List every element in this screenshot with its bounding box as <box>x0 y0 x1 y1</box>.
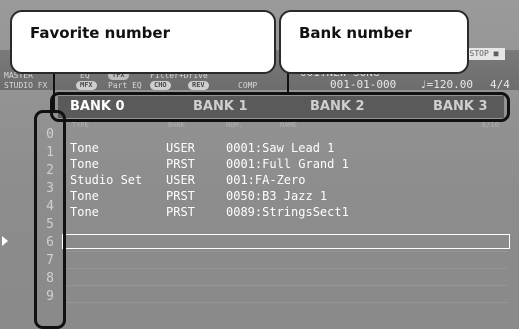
favorites-screen: MASTER STUDIO FX EQ TFX Filter+Drive MFX… <box>0 0 519 329</box>
tempo-readout[interactable]: ♩=120.00 <box>420 78 473 91</box>
column-header-type: TYPE <box>72 121 89 129</box>
row-bank: USER <box>166 141 195 155</box>
row-type: Tone <box>70 157 99 171</box>
row-type: Studio Set <box>70 173 143 187</box>
favorite-number-callout: Favorite number <box>10 10 276 74</box>
divider <box>63 268 508 269</box>
favorite-number-highlight <box>34 110 66 329</box>
column-header-bank: BANK <box>168 121 185 129</box>
comp-label[interactable]: COMP <box>238 81 257 90</box>
bank-number-callout-label: Bank number <box>299 24 412 42</box>
row-type: Tone <box>70 189 99 203</box>
row-type: Tone <box>70 141 99 155</box>
row-bank: PRST <box>166 157 195 171</box>
divider <box>63 285 508 286</box>
selected-row-cursor[interactable] <box>62 234 510 249</box>
part-eq-label[interactable]: Part EQ <box>108 81 142 90</box>
mfx-indicator[interactable]: MFX <box>76 81 97 90</box>
row-bank: USER <box>166 173 195 187</box>
callout-leader <box>53 73 55 110</box>
stop-label: STOP <box>469 49 489 58</box>
row-name: 0001:Saw Lead 1 <box>226 141 335 155</box>
page-indicator: 6/10 <box>482 121 499 129</box>
row-name: 0050:B3 Jazz 1 <box>226 189 328 203</box>
divider <box>63 251 508 252</box>
bank-number-highlight <box>50 92 510 122</box>
column-header-num: NUM. <box>226 121 243 129</box>
callout-leader <box>287 73 289 92</box>
rev-indicator[interactable]: REV <box>188 81 209 90</box>
cursor-arrow-icon <box>2 236 8 246</box>
row-bank: PRST <box>166 189 195 203</box>
row-name: 0001:Full Grand 1 <box>226 157 349 171</box>
song-position: 001-01-000 <box>330 78 397 91</box>
row-type: Tone <box>70 205 99 219</box>
time-signature: 4/4 <box>490 78 510 91</box>
studio-fx-label: STUDIO FX <box>4 81 48 90</box>
row-name: 001:FA-Zero <box>226 173 306 187</box>
row-bank: PRST <box>166 205 195 219</box>
bank-number-callout: Bank number <box>279 10 469 74</box>
column-header-name: NAME <box>280 121 297 129</box>
row-name: 0089:StringsSect1 <box>226 205 349 219</box>
favorite-number-callout-label: Favorite number <box>30 24 170 42</box>
divider <box>63 302 508 303</box>
stop-indicator: STOP ■ <box>463 48 505 60</box>
cho-indicator[interactable]: CHO <box>150 81 171 90</box>
